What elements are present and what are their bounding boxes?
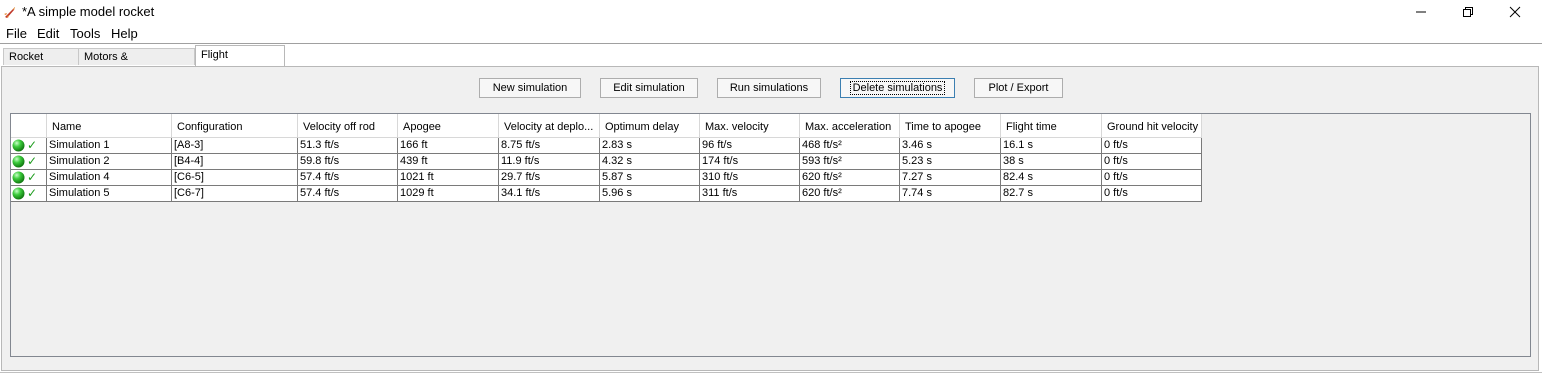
rocket-icon (4, 7, 15, 18)
status-divider (0, 372, 1542, 373)
max-velocity-cell: 96 ft/s (700, 138, 800, 154)
column-header-time-to-apogee[interactable]: Time to apogee (900, 114, 1001, 138)
apogee-cell: 1029 ft (398, 186, 499, 202)
check-icon: ✓ (27, 170, 38, 184)
check-icon: ✓ (27, 154, 38, 168)
flight-time-cell: 82.7 s (1001, 186, 1102, 202)
tab-flight-simulations[interactable]: Flight simulations (195, 45, 285, 80)
status-cell: ✓ (11, 154, 47, 170)
time-to-apogee-cell: 3.46 s (900, 138, 1001, 154)
green-ball-icon (12, 187, 25, 200)
restore-icon (1463, 7, 1473, 17)
title-bar: *A simple model rocket (0, 0, 1542, 24)
max-acceleration-cell: 593 ft/s² (800, 154, 900, 170)
column-header-status[interactable] (11, 114, 47, 138)
name-cell: Simulation 2 (47, 154, 172, 170)
max-velocity-cell: 311 ft/s (700, 186, 800, 202)
apogee-cell: 1021 ft (398, 170, 499, 186)
new-simulation-button[interactable]: New simulation (479, 78, 581, 98)
max-velocity-cell: 310 ft/s (700, 170, 800, 186)
ground-hit-velocity-cell: 0 ft/s (1102, 138, 1202, 154)
configuration-cell: [B4-4] (172, 154, 298, 170)
optimum-delay-cell: 4.32 s (600, 154, 700, 170)
close-icon (1509, 6, 1521, 18)
optimum-delay-cell: 5.87 s (600, 170, 700, 186)
run-simulations-button[interactable]: Run simulations (717, 78, 821, 98)
column-header-name[interactable]: Name (47, 114, 172, 138)
time-to-apogee-cell: 5.23 s (900, 154, 1001, 170)
minimize-button[interactable] (1398, 0, 1444, 24)
column-header-max-acceleration[interactable]: Max. acceleration (800, 114, 900, 138)
optimum-delay-cell: 5.96 s (600, 186, 700, 202)
name-cell: Simulation 5 (47, 186, 172, 202)
green-ball-icon (12, 171, 25, 184)
velocity-at-deploy-cell: 11.9 ft/s (499, 154, 600, 170)
green-ball-icon (12, 155, 25, 168)
ground-hit-velocity-cell: 0 ft/s (1102, 186, 1202, 202)
column-header-apogee[interactable]: Apogee (398, 114, 499, 138)
configuration-cell: [C6-5] (172, 170, 298, 186)
menu-tools[interactable]: Tools (70, 26, 100, 41)
plot-export-button[interactable]: Plot / Export (974, 78, 1063, 98)
restore-button[interactable] (1445, 0, 1491, 24)
delete-simulations-label: Delete simulations (849, 81, 946, 95)
flight-time-cell: 38 s (1001, 154, 1102, 170)
velocity-off-rod-cell: 57.4 ft/s (298, 186, 398, 202)
max-acceleration-cell: 620 ft/s² (800, 186, 900, 202)
velocity-off-rod-cell: 51.3 ft/s (298, 138, 398, 154)
tab-rocket-design[interactable]: Rocket design (3, 48, 79, 79)
tab-strip: Rocket design Motors & Configuration Fli… (0, 45, 1542, 80)
menu-edit[interactable]: Edit (37, 26, 59, 41)
apogee-cell: 166 ft (398, 138, 499, 154)
column-header-flight-time[interactable]: Flight time (1001, 114, 1102, 138)
ground-hit-velocity-cell: 0 ft/s (1102, 170, 1202, 186)
column-header-velocity-off-rod[interactable]: Velocity off rod (298, 114, 398, 138)
column-header-max-velocity[interactable]: Max. velocity (700, 114, 800, 138)
ground-hit-velocity-cell: 0 ft/s (1102, 154, 1202, 170)
menu-bar: File Edit Tools Help (0, 24, 1542, 44)
optimum-delay-cell: 2.83 s (600, 138, 700, 154)
check-icon: ✓ (27, 186, 38, 200)
minimize-icon (1416, 11, 1426, 13)
velocity-at-deploy-cell: 34.1 ft/s (499, 186, 600, 202)
velocity-off-rod-cell: 59.8 ft/s (298, 154, 398, 170)
configuration-cell: [C6-7] (172, 186, 298, 202)
close-button[interactable] (1492, 0, 1538, 24)
max-acceleration-cell: 620 ft/s² (800, 170, 900, 186)
configuration-cell: [A8-3] (172, 138, 298, 154)
column-header-optimum-delay[interactable]: Optimum delay (600, 114, 700, 138)
tab-motors-configuration[interactable]: Motors & Configuration (78, 48, 195, 79)
velocity-off-rod-cell: 57.4 ft/s (298, 170, 398, 186)
check-icon: ✓ (27, 138, 38, 152)
menu-file[interactable]: File (6, 26, 27, 41)
delete-simulations-button[interactable]: Delete simulations (840, 78, 955, 98)
window-title: *A simple model rocket (22, 4, 155, 19)
flight-time-cell: 82.4 s (1001, 170, 1102, 186)
time-to-apogee-cell: 7.74 s (900, 186, 1001, 202)
status-cell: ✓ (11, 138, 47, 154)
name-cell: Simulation 1 (47, 138, 172, 154)
simulations-table: Name Configuration Velocity off rod Apog… (10, 113, 1531, 357)
status-cell: ✓ (11, 186, 47, 202)
max-acceleration-cell: 468 ft/s² (800, 138, 900, 154)
velocity-at-deploy-cell: 29.7 ft/s (499, 170, 600, 186)
column-header-velocity-at-deploy[interactable]: Velocity at deplo... (499, 114, 600, 138)
velocity-at-deploy-cell: 8.75 ft/s (499, 138, 600, 154)
flight-time-cell: 16.1 s (1001, 138, 1102, 154)
name-cell: Simulation 4 (47, 170, 172, 186)
edit-simulation-button[interactable]: Edit simulation (600, 78, 698, 98)
green-ball-icon (12, 139, 25, 152)
time-to-apogee-cell: 7.27 s (900, 170, 1001, 186)
status-cell: ✓ (11, 170, 47, 186)
apogee-cell: 439 ft (398, 154, 499, 170)
column-header-configuration[interactable]: Configuration (172, 114, 298, 138)
menu-help[interactable]: Help (111, 26, 138, 41)
column-header-ground-hit-velocity[interactable]: Ground hit velocity (1102, 114, 1202, 138)
max-velocity-cell: 174 ft/s (700, 154, 800, 170)
